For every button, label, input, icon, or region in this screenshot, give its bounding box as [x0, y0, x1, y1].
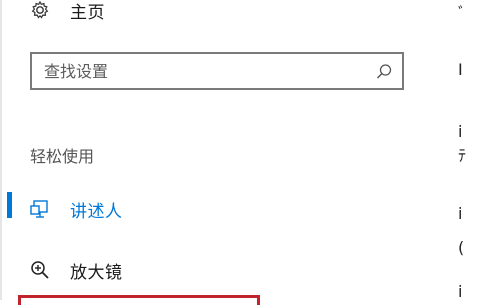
- gear-icon: [29, 0, 51, 21]
- narrator-label: 讲述人: [70, 201, 123, 222]
- home-label: 主页: [70, 2, 105, 23]
- content-fragment: (: [458, 238, 465, 257]
- highlight-box: [18, 295, 260, 305]
- search-input[interactable]: [32, 54, 374, 88]
- settings-sidebar: 主页 轻松使用 讲述人: [0, 0, 448, 305]
- section-header: 轻松使用: [30, 147, 95, 166]
- nav-item-magnifier[interactable]: 放大镜: [0, 250, 300, 290]
- content-fragment: i: [458, 282, 463, 301]
- narrator-icon: [29, 198, 51, 220]
- search-box[interactable]: [30, 52, 404, 90]
- content-fragment: I: [458, 60, 463, 79]
- search-icon[interactable]: [374, 62, 394, 82]
- magnifier-icon: [29, 259, 51, 281]
- home-nav-item[interactable]: 主页: [0, 0, 300, 30]
- content-fragment: i: [458, 122, 463, 141]
- nav-item-narrator[interactable]: 讲述人: [0, 189, 300, 229]
- content-fragment: i: [458, 204, 463, 223]
- content-fragment: ﾃ: [458, 146, 467, 165]
- magnifier-label: 放大镜: [70, 262, 123, 283]
- content-fragment: ﾞ: [458, 4, 467, 23]
